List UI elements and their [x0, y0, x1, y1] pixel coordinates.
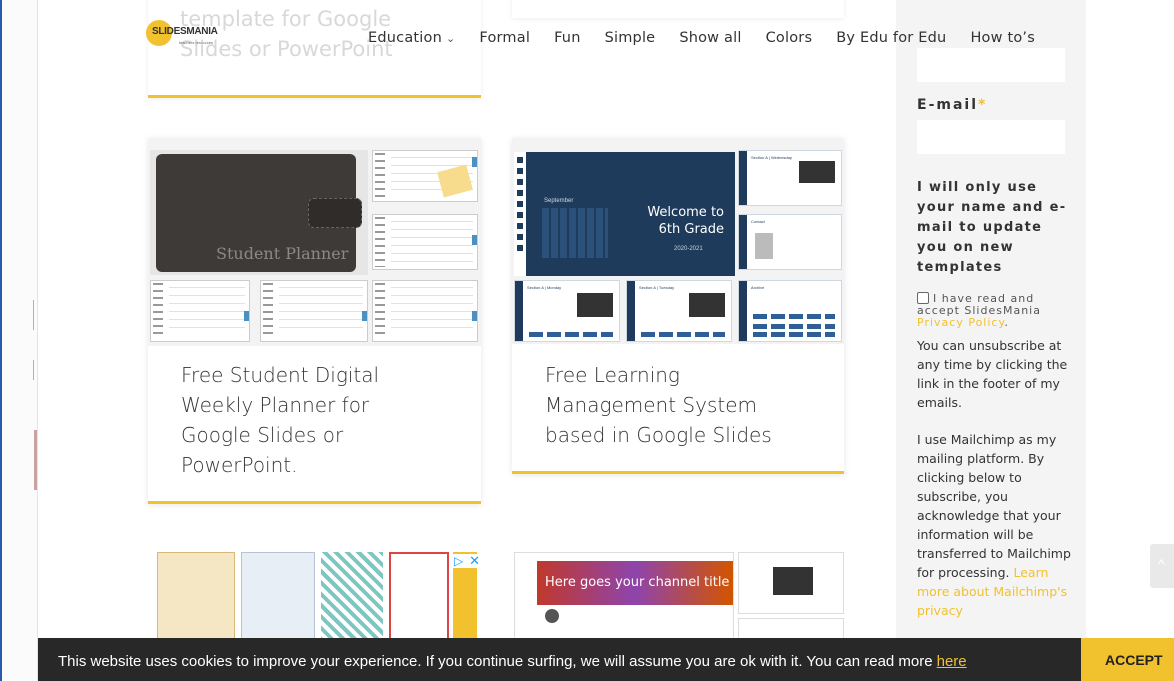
nav-item-fun[interactable]: Fun — [554, 30, 581, 46]
sign-up-sheet — [157, 552, 235, 642]
nav-item-by-edu-for-edu[interactable]: By Edu for Edu — [836, 30, 946, 46]
lms-slide: Section A | Tuesday — [626, 280, 732, 342]
cookie-read-more-link[interactable]: here — [937, 653, 967, 670]
subscribe-info: I will only use your name and e-mail to … — [917, 180, 1067, 275]
avatar — [545, 609, 559, 623]
school-year: 2020-2021 — [674, 246, 703, 252]
nav-item-education[interactable]: Education ⌄ — [368, 30, 455, 46]
lms-slide: Section A | Wednesday — [738, 150, 842, 206]
planner-page — [260, 280, 368, 342]
privacy-consent: I have read and accept SlidesMania Priva… — [917, 292, 1041, 329]
template-card-thumbnail[interactable] — [155, 548, 477, 643]
mailchimp-text: I use Mailchimp as my mailing platform. … — [917, 432, 1071, 618]
privacy-policy-link[interactable]: Privacy Policy — [917, 316, 1004, 329]
ad-choices-icon[interactable]: ▷ — [454, 554, 463, 568]
video-slide — [738, 552, 844, 614]
channel-banner: Here goes your channel title — [537, 561, 733, 605]
lms-slide: Section A | Monday — [514, 280, 620, 342]
top-navigation: SLIDESMANIA teachers resources Education… — [38, 0, 1174, 80]
planner-page — [150, 280, 250, 342]
card-thumbnail: Student Planner — [148, 138, 481, 346]
sign-up-sheet — [389, 552, 449, 642]
channel-slide: Here goes your channel title — [514, 552, 734, 642]
logo-text: SLIDESMANIA — [152, 26, 218, 37]
ad-badge[interactable]: ▷ ✕ — [451, 553, 483, 569]
close-icon[interactable]: ✕ — [469, 553, 480, 569]
privacy-checkbox[interactable] — [917, 292, 929, 304]
planner-book: Student Planner — [156, 154, 362, 272]
email-field[interactable] — [917, 120, 1065, 154]
nav-item-simple[interactable]: Simple — [605, 30, 656, 46]
thumbnail-label: Student Planner — [216, 244, 349, 263]
chevron-up-icon: ^ — [1158, 556, 1165, 572]
lms-slide: Contact — [738, 214, 842, 270]
card-accent-bar — [512, 471, 844, 474]
scroll-to-top-button[interactable]: ^ — [1150, 544, 1174, 588]
cookie-banner: This website uses cookies to improve you… — [38, 638, 1174, 681]
logo-subtitle: teachers resources — [179, 40, 214, 45]
window-edge — [0, 0, 38, 681]
lms-slide: Archive — [738, 280, 842, 342]
lms-cover-slide: September Welcome to 6th Grade 2020-2021 — [514, 152, 735, 276]
accept-cookies-button[interactable]: ACCEPT — [1081, 638, 1174, 681]
planner-strap — [308, 198, 362, 228]
cookie-message: This website uses cookies to improve you… — [58, 653, 967, 670]
page-content: template for Google Slides or PowerPoint… — [38, 0, 1174, 681]
edge-mark — [33, 360, 37, 380]
sign-up-sheet — [241, 552, 315, 642]
email-label: E-mail* — [917, 97, 988, 113]
nav-item-how-tos[interactable]: How to’s — [970, 30, 1035, 46]
card-thumbnail: September Welcome to 6th Grade 2020-2021… — [512, 138, 844, 344]
card-title[interactable]: Free Learning Management System based in… — [545, 360, 815, 450]
card-accent-bar — [148, 501, 481, 504]
planner-page — [372, 214, 478, 270]
calendar-month: September — [544, 198, 574, 204]
planner-page — [372, 280, 478, 342]
lms-sidebar — [514, 152, 526, 276]
nav-item-formal[interactable]: Formal — [479, 30, 530, 46]
template-card-student-planner[interactable]: Student Planner Free Student Digital Wee… — [148, 138, 481, 504]
template-card-thumbnail[interactable]: Here goes your channel title — [512, 544, 844, 644]
nav-item-show-all[interactable]: Show all — [679, 30, 741, 46]
subscribe-sidebar: E-mail* I will only use your name and e-… — [896, 0, 1086, 681]
unsubscribe-text: You can unsubscribe at any time by click… — [917, 338, 1068, 410]
chevron-down-icon: ⌄ — [446, 32, 456, 45]
window-border — [0, 0, 2, 681]
channel-title: Here goes your channel title — [545, 575, 730, 590]
thumbnail-cover: Student Planner — [150, 150, 368, 275]
nav-menu: Education ⌄ Formal Fun Simple Show all Co… — [368, 30, 1059, 46]
template-card-lms[interactable]: September Welcome to 6th Grade 2020-2021… — [512, 138, 844, 474]
calendar-grid — [542, 208, 608, 258]
sign-up-sheet — [321, 552, 383, 642]
card-title[interactable]: Free Student Digital Weekly Planner for … — [181, 360, 431, 480]
edge-mark — [33, 300, 37, 330]
edge-mark — [34, 430, 37, 490]
welcome-text: Welcome to 6th Grade — [647, 205, 724, 237]
site-logo[interactable]: SLIDESMANIA teachers resources — [146, 20, 218, 46]
nav-item-colors[interactable]: Colors — [766, 30, 813, 46]
